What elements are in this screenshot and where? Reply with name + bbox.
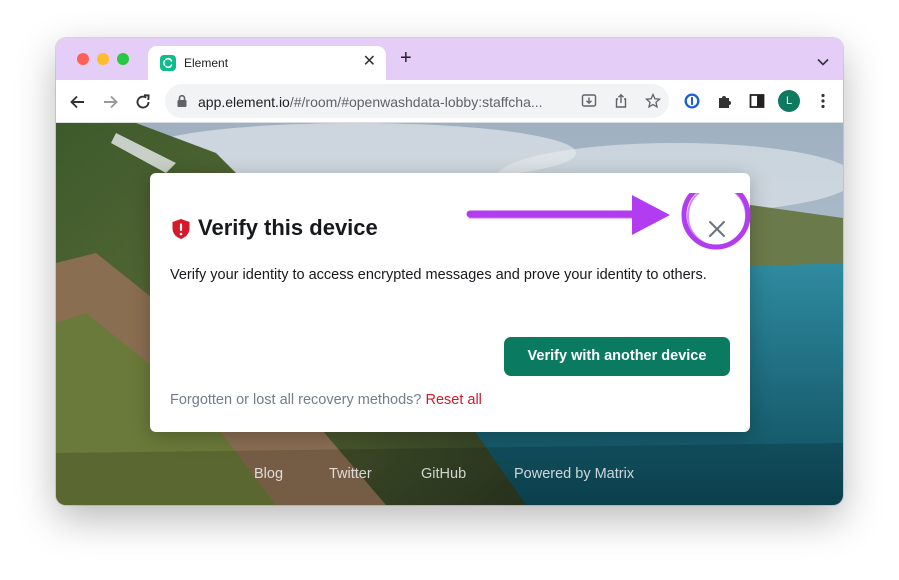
annotation-arrow-circle-overlay bbox=[466, 193, 751, 250]
page-content: Verify this device Verify your identity … bbox=[56, 123, 843, 505]
star-icon[interactable] bbox=[644, 92, 662, 109]
url-text: app.element.io/#/room/#openwashdata-lobb… bbox=[198, 94, 570, 110]
reload-icon[interactable] bbox=[133, 92, 153, 112]
recovery-footer: Forgotten or lost all recovery methods? … bbox=[170, 392, 482, 408]
browser-toolbar: app.element.io/#/room/#openwashdata-lobb… bbox=[56, 80, 843, 123]
url-path: /#/room/#openwashdata-lobby:staffcha... bbox=[289, 94, 543, 110]
reset-all-link[interactable]: Reset all bbox=[425, 392, 481, 408]
browser-window: Element ✕ + app.element.io/#/room/#openw… bbox=[56, 38, 843, 505]
powered-by-matrix-link[interactable]: Powered by Matrix bbox=[514, 466, 634, 482]
zoom-window-button[interactable] bbox=[117, 53, 129, 65]
install-icon[interactable] bbox=[581, 93, 597, 109]
profile-avatar[interactable]: L bbox=[778, 90, 800, 112]
tab-strip: Element ✕ + bbox=[56, 38, 843, 80]
share-icon[interactable] bbox=[613, 93, 629, 109]
lock-icon[interactable] bbox=[176, 94, 188, 113]
url-host: app.element.io bbox=[198, 94, 290, 110]
page-footer-links: Blog Twitter GitHub Powered by Matrix bbox=[56, 466, 843, 486]
shield-warning-icon bbox=[171, 218, 191, 240]
close-tab-icon[interactable]: ✕ bbox=[363, 53, 376, 71]
address-bar[interactable]: app.element.io/#/room/#openwashdata-lobb… bbox=[165, 84, 669, 118]
verify-with-another-device-button[interactable]: Verify with another device bbox=[504, 337, 730, 376]
sidepanel-icon[interactable] bbox=[748, 92, 766, 110]
twitter-link[interactable]: Twitter bbox=[329, 466, 372, 482]
tab-element[interactable]: Element ✕ bbox=[148, 46, 386, 80]
close-window-button[interactable] bbox=[77, 53, 89, 65]
tab-search-chevron-icon[interactable] bbox=[817, 53, 829, 71]
more-icon[interactable] bbox=[814, 92, 832, 110]
new-tab-button[interactable]: + bbox=[400, 48, 412, 68]
minimize-window-button[interactable] bbox=[97, 53, 109, 65]
github-link[interactable]: GitHub bbox=[421, 466, 466, 482]
tab-title: Element bbox=[184, 56, 229, 70]
extensions-icon[interactable] bbox=[716, 92, 734, 110]
dialog-title: Verify this device bbox=[198, 215, 378, 240]
forward-icon[interactable] bbox=[100, 92, 120, 112]
element-favicon-icon bbox=[160, 55, 176, 71]
blog-link[interactable]: Blog bbox=[254, 466, 283, 482]
password-manager-icon[interactable] bbox=[683, 92, 701, 110]
recovery-footer-text: Forgotten or lost all recovery methods? bbox=[170, 392, 426, 408]
back-icon[interactable] bbox=[68, 92, 88, 112]
